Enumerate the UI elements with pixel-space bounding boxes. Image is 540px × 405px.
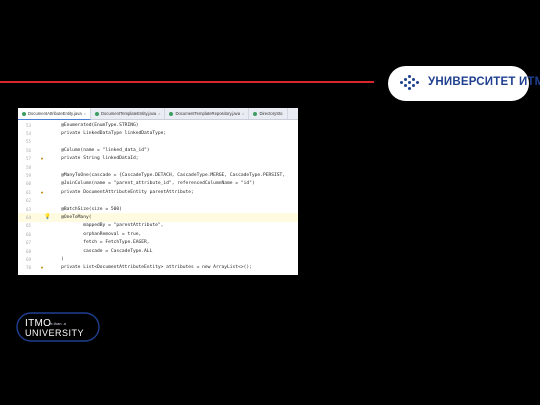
tab-label: DirectorySto (259, 111, 283, 116)
code-text: private DocumentAttributeEntity parentAt… (50, 189, 194, 195)
tab-label: DocumentAttributeEntity.java (28, 111, 82, 116)
code-line[interactable]: 67 fetch = FetchType.EAGER, (18, 238, 298, 246)
line-number: 57 (25, 156, 31, 162)
line-number: 63 (25, 206, 31, 212)
code-line[interactable]: 69 ) (18, 255, 298, 263)
code-text: private String linkedDataId; (50, 156, 139, 162)
code-text: @BatchSize(size = 500) (50, 206, 122, 212)
tab-label: DocumentTemplateRepository.java (175, 111, 241, 116)
line-number: 56 (25, 147, 31, 153)
code-line[interactable]: 56 @Column(name = "linked_data_id") (18, 146, 298, 154)
line-number: 60 (25, 181, 31, 187)
code-line[interactable]: 70 ● private List<DocumentAttributeEntity… (18, 264, 298, 272)
line-number: 66 (25, 231, 31, 237)
logo-university-text: UNIVERSITY (25, 328, 84, 338)
tab-document-attribute-entity[interactable]: DocumentAttributeEntity.java × (18, 108, 92, 120)
code-line[interactable]: 65 mappedBy = "parentAttribute", (18, 222, 298, 230)
tab-document-template-entity[interactable]: DocumentTemplateEntity.java × (91, 108, 166, 119)
line-number: 69 (25, 256, 31, 262)
gutter-marker-icon: ● (40, 156, 44, 162)
itmo-logo-badge: УНИВЕРСИТЕТ ИТМО (388, 66, 540, 101)
red-divider-line (0, 81, 374, 83)
line-number: 61 (25, 189, 31, 195)
code-line[interactable]: 59 @ManyToOne(cascade = {CascadeType.DET… (18, 171, 298, 179)
code-text: orphanRemoval = true, (50, 231, 142, 237)
code-text: cascade = CascadeType.ALL (50, 248, 153, 254)
line-number: 64 (25, 214, 31, 220)
tab-document-template-repository[interactable]: DocumentTemplateRepository.java × (165, 108, 250, 119)
line-number: 68 (25, 248, 31, 254)
code-line[interactable]: 61 ● private DocumentAttributeEntity pare… (18, 188, 298, 196)
code-text: private LinkedDataType linkedDataType; (50, 131, 167, 137)
code-text: mappedBy = "parentAttribute", (50, 223, 164, 229)
line-number: 59 (25, 173, 31, 179)
code-text: @Enumerated(EnumType.STRING) (50, 122, 139, 128)
code-text: @OneToMany( (50, 214, 92, 220)
code-line[interactable]: 58 (18, 163, 298, 171)
gutter-marker-icon: ● (40, 189, 44, 195)
code-line[interactable]: 64 @OneToMany(💡 (18, 213, 298, 222)
line-number: 54 (25, 131, 31, 137)
code-line[interactable]: 62 (18, 197, 298, 205)
line-number: 65 (25, 223, 31, 229)
tab-directory-sto[interactable]: DirectorySto (249, 108, 288, 119)
lightbulb-icon[interactable]: 💡 (44, 214, 51, 220)
code-text: @Column(name = "linked_data_id") (50, 147, 150, 153)
code-line[interactable]: 55 (18, 138, 298, 146)
code-line[interactable]: 54 private LinkedDataType linkedDataType… (18, 129, 298, 137)
tab-label: DocumentTemplateEntity.java (101, 111, 157, 116)
code-line[interactable]: 66 orphanRemoval = true, (18, 230, 298, 238)
line-number: 58 (25, 164, 31, 170)
code-text: @ManyToOne(cascade = {CascadeType.DETACH… (50, 173, 286, 179)
code-text: ) (50, 256, 64, 262)
java-class-icon (253, 111, 258, 116)
line-number: 62 (25, 198, 31, 204)
line-number: 67 (25, 240, 31, 246)
close-icon[interactable]: × (158, 111, 160, 116)
itmo-university-logo: ITMO re.than. a UNIVERSITY (16, 312, 100, 342)
code-line[interactable]: 68 cascade = CascadeType.ALL (18, 247, 298, 255)
close-icon[interactable]: × (242, 111, 244, 116)
university-name: УНИВЕРСИТЕТ ИТМО (428, 76, 540, 88)
gutter-marker-icon: ● (40, 265, 44, 271)
line-number: 55 (25, 139, 31, 145)
java-interface-icon (169, 111, 174, 116)
code-text: fetch = FetchType.EAGER, (50, 240, 150, 246)
editor-tab-bar: DocumentAttributeEntity.java × DocumentT… (18, 108, 298, 120)
code-line[interactable]: 57 ● private String linkedDataId; (18, 155, 298, 163)
java-class-icon (22, 111, 26, 116)
itmo-dots-icon (400, 75, 422, 91)
line-number: 53 (25, 122, 31, 128)
logo-small-text: re.than. a (49, 321, 67, 326)
code-text: private List<DocumentAttributeEntity> at… (50, 265, 252, 271)
code-text: @JoinColumn(name = "parent_attribute_id"… (50, 181, 255, 187)
code-area[interactable]: 53 @Enumerated(EnumType.STRING) 54 privat… (18, 120, 298, 272)
close-icon[interactable]: × (84, 111, 86, 116)
code-line[interactable]: 60 @JoinColumn(name = "parent_attribute_… (18, 180, 298, 188)
line-number: 70 (25, 265, 31, 271)
code-line[interactable]: 53 @Enumerated(EnumType.STRING) (18, 121, 298, 129)
code-line[interactable]: 63 @BatchSize(size = 500) (18, 205, 298, 213)
code-editor-screenshot: DocumentAttributeEntity.java × DocumentT… (18, 108, 298, 275)
java-class-icon (95, 111, 100, 116)
